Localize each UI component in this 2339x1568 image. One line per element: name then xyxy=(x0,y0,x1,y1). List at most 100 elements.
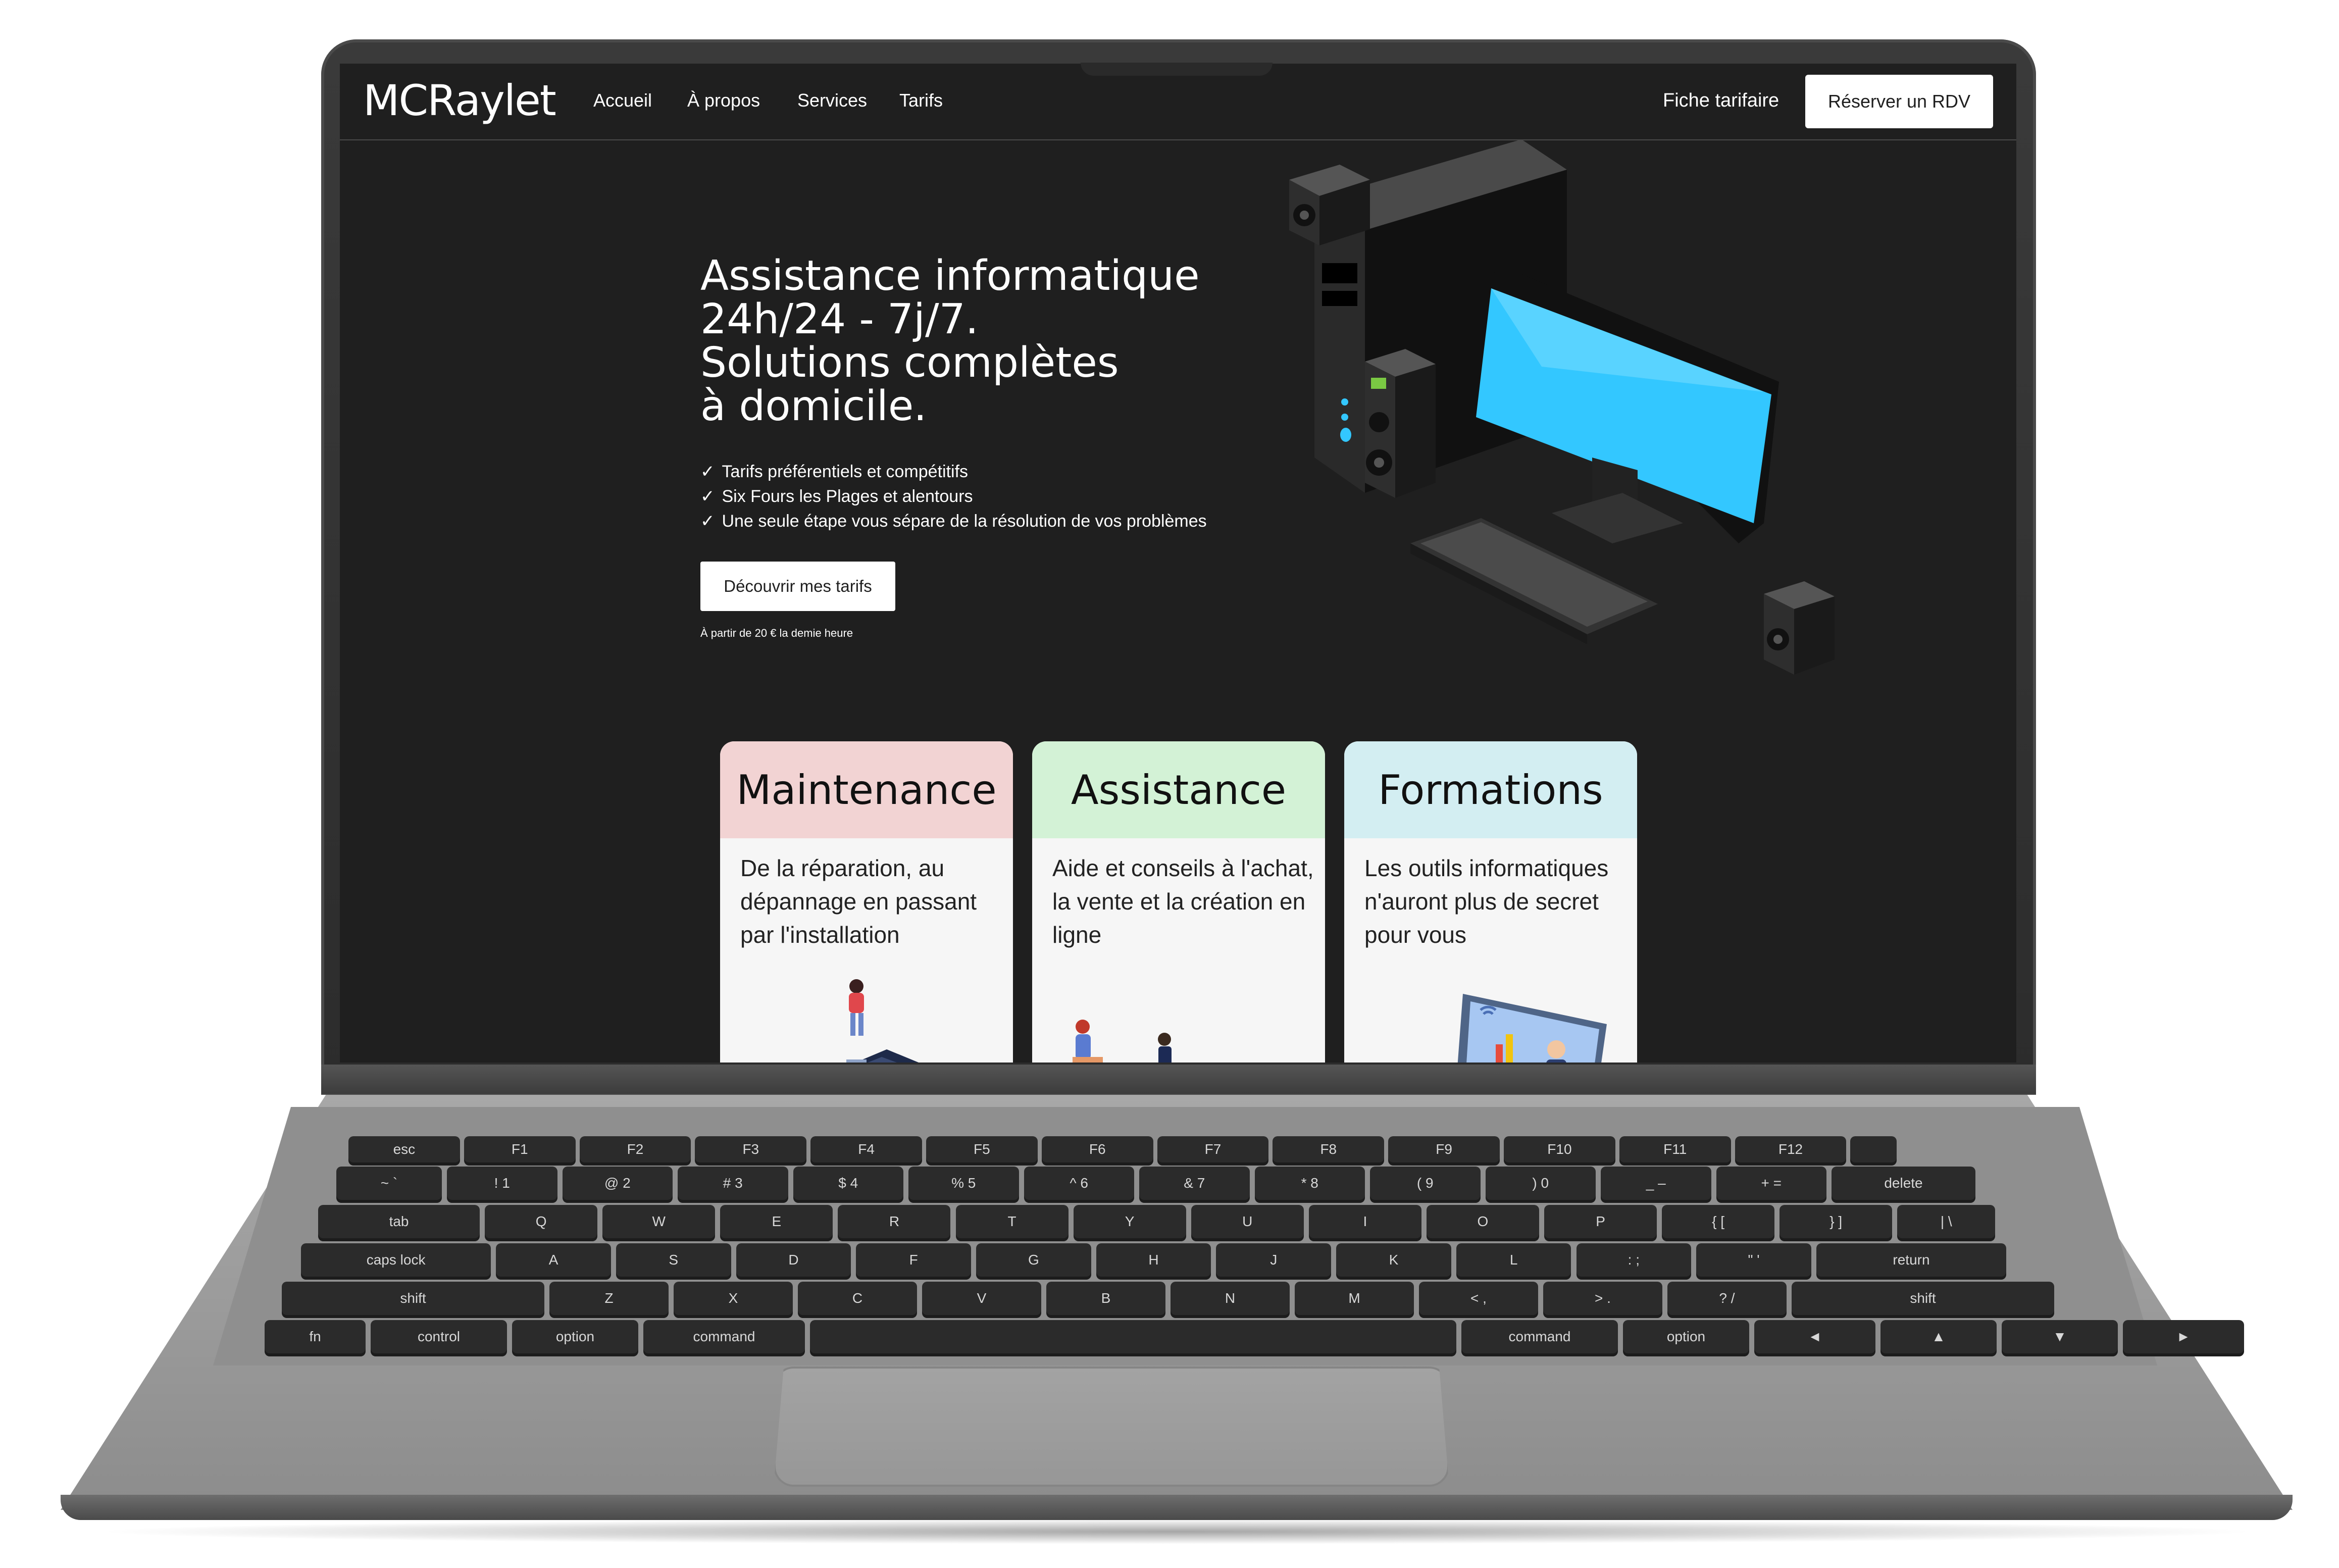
feature-item: ✓ Une seule étape vous sépare de la résol… xyxy=(700,512,1207,531)
key[interactable] xyxy=(1850,1136,1897,1162)
card-title: Maintenance xyxy=(720,741,1013,838)
key[interactable]: ( 9 xyxy=(1370,1167,1481,1200)
key[interactable]: delete xyxy=(1832,1167,1975,1200)
key[interactable]: S xyxy=(616,1243,731,1277)
key[interactable]: ! 1 xyxy=(447,1167,557,1200)
computer-illustration xyxy=(1289,139,1835,675)
key[interactable]: V xyxy=(922,1282,1041,1315)
key[interactable]: F12 xyxy=(1735,1136,1847,1162)
key[interactable]: Z xyxy=(549,1282,669,1315)
key[interactable]: T xyxy=(955,1205,1069,1238)
key[interactable]: return xyxy=(1816,1243,2007,1277)
camera-notch xyxy=(1081,63,1273,76)
check-icon: ✓ xyxy=(700,512,715,531)
key[interactable]: ) 0 xyxy=(1485,1167,1596,1200)
key[interactable]: : ; xyxy=(1576,1243,1692,1277)
price-note: À partir de 20 € la demie heure xyxy=(700,627,853,639)
key[interactable]: F10 xyxy=(1504,1136,1615,1162)
key[interactable]: ? / xyxy=(1667,1282,1787,1315)
key[interactable]: $ 4 xyxy=(793,1167,903,1200)
key[interactable]: # 3 xyxy=(678,1167,788,1200)
fiche-tarifaire-link[interactable]: Fiche tarifaire xyxy=(1663,90,1779,112)
key[interactable]: K xyxy=(1336,1243,1451,1277)
key[interactable] xyxy=(810,1320,1456,1353)
key[interactable]: ▲ xyxy=(1880,1320,1997,1353)
key[interactable]: & 7 xyxy=(1139,1167,1250,1200)
card-text: Aide et conseils à l'achat, la vente et … xyxy=(1052,855,1314,948)
key[interactable]: ◄ xyxy=(1754,1320,1875,1353)
key[interactable]: command xyxy=(643,1320,805,1353)
key[interactable]: F6 xyxy=(1041,1136,1153,1162)
key[interactable]: G xyxy=(976,1243,1091,1277)
key[interactable]: E xyxy=(720,1205,833,1238)
key[interactable]: A xyxy=(496,1243,611,1277)
key[interactable]: command xyxy=(1461,1320,1618,1353)
key[interactable]: tab xyxy=(318,1205,480,1238)
key[interactable]: shift xyxy=(1792,1282,2054,1315)
key[interactable]: " ' xyxy=(1696,1243,1811,1277)
key[interactable]: F4 xyxy=(810,1136,922,1162)
key[interactable]: control xyxy=(371,1320,507,1353)
key[interactable]: U xyxy=(1191,1205,1304,1238)
card-maintenance[interactable]: Maintenance De la réparation, au dépanna… xyxy=(720,741,1013,1063)
nav-link-tarifs[interactable]: Tarifs xyxy=(899,90,943,111)
nav-link-services[interactable]: Services xyxy=(797,90,867,111)
key[interactable]: ~ ` xyxy=(336,1167,442,1200)
key[interactable]: _ – xyxy=(1601,1167,1711,1200)
key[interactable]: ► xyxy=(2123,1320,2244,1353)
key[interactable]: F11 xyxy=(1619,1136,1731,1162)
key[interactable]: { [ xyxy=(1662,1205,1775,1238)
key[interactable]: | \ xyxy=(1897,1205,1996,1238)
key[interactable]: J xyxy=(1216,1243,1332,1277)
key[interactable]: ▼ xyxy=(2002,1320,2118,1353)
key[interactable]: M xyxy=(1295,1282,1414,1315)
key[interactable]: H xyxy=(1096,1243,1211,1277)
reserver-rdv-button[interactable]: Réserver un RDV xyxy=(1805,75,1993,128)
key[interactable]: I xyxy=(1308,1205,1421,1238)
key[interactable]: Q xyxy=(485,1205,598,1238)
key[interactable]: O xyxy=(1426,1205,1539,1238)
key[interactable]: N xyxy=(1171,1282,1290,1315)
nav-link-accueil[interactable]: Accueil xyxy=(593,90,652,111)
trackpad[interactable] xyxy=(774,1367,1449,1487)
discover-tarifs-button[interactable]: Découvrir mes tarifs xyxy=(700,562,895,611)
key[interactable]: > . xyxy=(1543,1282,1662,1315)
key[interactable]: shift xyxy=(282,1282,544,1315)
key[interactable]: C xyxy=(798,1282,917,1315)
hero-title-line: Solutions complètes xyxy=(700,339,1119,387)
key[interactable]: B xyxy=(1046,1282,1165,1315)
key[interactable]: fn xyxy=(265,1320,366,1353)
key[interactable]: F xyxy=(856,1243,971,1277)
hero-title-line: Assistance informatique xyxy=(700,252,1200,300)
key[interactable]: % 5 xyxy=(908,1167,1019,1200)
key[interactable]: caps lock xyxy=(301,1243,491,1277)
key[interactable]: @ 2 xyxy=(562,1167,673,1200)
key[interactable]: F3 xyxy=(695,1136,807,1162)
nav-link-a-propos[interactable]: À propos xyxy=(687,90,760,111)
card-formations[interactable]: Formations Les outils informatiques n'au… xyxy=(1344,741,1637,1063)
key[interactable]: R xyxy=(838,1205,951,1238)
key[interactable]: F5 xyxy=(926,1136,1038,1162)
key[interactable]: ^ 6 xyxy=(1024,1167,1134,1200)
key[interactable]: F1 xyxy=(464,1136,576,1162)
key[interactable]: P xyxy=(1544,1205,1657,1238)
key[interactable]: Y xyxy=(1073,1205,1186,1238)
card-assistance[interactable]: Assistance Aide et conseils à l'achat, l… xyxy=(1032,741,1325,1063)
key[interactable]: L xyxy=(1456,1243,1571,1277)
key[interactable]: F7 xyxy=(1157,1136,1269,1162)
key[interactable]: + = xyxy=(1716,1167,1826,1200)
key[interactable]: X xyxy=(674,1282,793,1315)
key[interactable]: F9 xyxy=(1388,1136,1500,1162)
key[interactable]: D xyxy=(736,1243,851,1277)
logo[interactable]: MCRaylet xyxy=(363,76,556,125)
key[interactable]: < , xyxy=(1419,1282,1538,1315)
key[interactable]: W xyxy=(602,1205,716,1238)
key[interactable]: F8 xyxy=(1273,1136,1385,1162)
key[interactable]: * 8 xyxy=(1254,1167,1365,1200)
key[interactable]: } ] xyxy=(1779,1205,1893,1238)
key[interactable]: option xyxy=(1623,1320,1749,1353)
hero-title-line: 24h/24 - 7j/7. xyxy=(700,295,979,343)
key[interactable]: option xyxy=(512,1320,638,1353)
key[interactable]: esc xyxy=(348,1136,460,1162)
key[interactable]: F2 xyxy=(579,1136,691,1162)
